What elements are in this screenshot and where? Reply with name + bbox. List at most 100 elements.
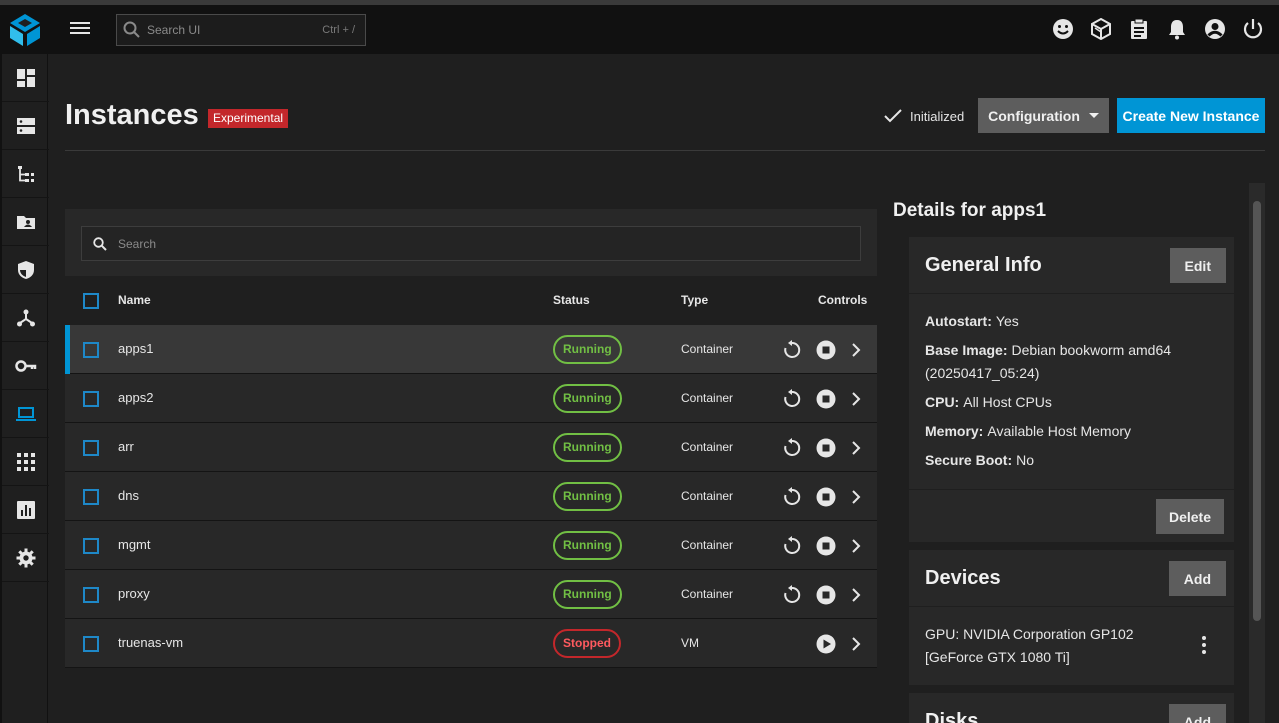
configuration-button[interactable]: Configuration [978, 98, 1109, 133]
table-row[interactable]: apps2 Running Container [65, 374, 877, 423]
sidebar-item-instances[interactable] [2, 390, 49, 438]
column-status[interactable]: Status [553, 293, 590, 307]
cpu-value: All Host CPUs [963, 394, 1052, 410]
sidebar-item-system[interactable] [2, 534, 49, 582]
sidebar-item-reporting[interactable] [2, 486, 49, 534]
general-info-footer: Delete [909, 489, 1234, 542]
row-checkbox[interactable] [83, 636, 99, 652]
add-device-button[interactable]: Add [1168, 561, 1226, 596]
row-checkbox[interactable] [83, 489, 99, 505]
chevron-right-icon[interactable] [845, 633, 867, 655]
truecommand-icon[interactable] [1089, 17, 1113, 41]
initialized-label: Initialized [910, 108, 965, 124]
stop-icon[interactable] [815, 486, 837, 508]
stop-icon[interactable] [815, 535, 837, 557]
add-disk-button[interactable]: Add [1168, 704, 1226, 723]
edit-button[interactable]: Edit [1169, 248, 1226, 283]
user-account-icon[interactable] [1203, 17, 1227, 41]
instance-name: arr [118, 439, 134, 454]
row-checkbox[interactable] [83, 342, 99, 358]
table-row[interactable]: proxy Running Container [65, 570, 877, 619]
devices-card: Devices Add GPU: NVIDIA Corporation GP10… [909, 550, 1234, 685]
storage-icon [16, 117, 35, 134]
sidebar-item-apps[interactable] [2, 438, 49, 486]
secure-boot-value: No [1016, 452, 1035, 468]
power-icon[interactable] [1241, 17, 1265, 41]
start-icon[interactable] [815, 633, 837, 655]
disks-card: Disks Add [909, 693, 1234, 723]
secure-boot-label: Secure Boot: [925, 452, 1013, 468]
column-type[interactable]: Type [681, 293, 708, 307]
table-row[interactable]: dns Running Container [65, 472, 877, 521]
datasets-tree-icon [17, 165, 34, 182]
base-image-row: Base Image: Debian bookworm amd64 (202504… [925, 339, 1218, 385]
select-all-checkbox[interactable] [83, 293, 99, 309]
device-item: GPU: NVIDIA Corporation GP102 [GeForce G… [909, 607, 1234, 685]
delete-button[interactable]: Delete [1155, 499, 1224, 534]
sidebar-item-storage[interactable] [2, 102, 49, 150]
stop-icon[interactable] [815, 339, 837, 361]
chevron-right-icon[interactable] [845, 584, 867, 606]
row-checkbox[interactable] [83, 440, 99, 456]
table-row[interactable]: arr Running Container [65, 423, 877, 472]
general-info-title: General Info [925, 254, 1042, 276]
dashboard-icon [16, 68, 35, 87]
instance-name: dns [118, 488, 139, 503]
create-new-instance-button[interactable]: Create New Instance [1117, 98, 1265, 133]
global-search-input[interactable]: Search UI Ctrl + / [116, 14, 366, 46]
stop-icon[interactable] [815, 584, 837, 606]
details-scrollbar[interactable] [1249, 183, 1265, 723]
status-badge: Stopped [553, 629, 621, 658]
page-title: Instances [65, 99, 199, 131]
column-name[interactable]: Name [118, 293, 151, 307]
disks-title: Disks [925, 710, 979, 723]
row-checkbox[interactable] [83, 587, 99, 603]
sidebar-item-dashboard[interactable] [2, 54, 49, 102]
scrollbar-thumb[interactable] [1253, 201, 1261, 621]
table-row[interactable]: apps1 Running Container [65, 325, 877, 374]
devices-header: Devices Add [909, 550, 1234, 607]
sidebar-item-credentials[interactable] [2, 342, 49, 390]
sidebar-item-shares[interactable] [2, 198, 49, 246]
global-search-placeholder: Search UI [147, 23, 201, 37]
chevron-right-icon[interactable] [845, 486, 867, 508]
stop-icon[interactable] [815, 388, 837, 410]
list-search-input[interactable]: Search [81, 226, 861, 261]
row-checkbox[interactable] [83, 391, 99, 407]
more-vert-icon[interactable] [1194, 633, 1214, 657]
stop-icon[interactable] [815, 437, 837, 459]
chevron-right-icon[interactable] [845, 437, 867, 459]
restart-icon[interactable] [781, 339, 803, 361]
restart-icon[interactable] [781, 584, 803, 606]
general-info-body: Autostart: Yes Base Image: Debian bookworm… [909, 294, 1234, 484]
jobs-clipboard-icon[interactable] [1127, 17, 1151, 41]
autostart-value: Yes [995, 313, 1019, 329]
restart-icon[interactable] [781, 486, 803, 508]
chevron-right-icon[interactable] [845, 339, 867, 361]
list-search-area: Search [65, 209, 877, 276]
chevron-right-icon[interactable] [845, 388, 867, 410]
sidebar-item-data-protection[interactable] [2, 246, 49, 294]
laptop-icon [15, 406, 36, 421]
row-checkbox[interactable] [83, 538, 99, 554]
menu-toggle-icon[interactable] [68, 19, 92, 41]
chevron-right-icon[interactable] [845, 535, 867, 557]
search-icon [82, 236, 118, 251]
search-icon [117, 15, 147, 45]
sidebar-item-datasets[interactable] [2, 150, 49, 198]
sidebar-nav [0, 54, 49, 723]
restart-icon[interactable] [781, 535, 803, 557]
feedback-smiley-icon[interactable] [1051, 17, 1075, 41]
secure-boot-row: Secure Boot: No [925, 449, 1218, 472]
status-badge: Running [553, 580, 622, 609]
restart-icon[interactable] [781, 437, 803, 459]
global-search-shortcut: Ctrl + / [322, 24, 355, 36]
table-row[interactable]: mgmt Running Container [65, 521, 877, 570]
sidebar-item-network[interactable] [2, 294, 49, 342]
top-icons [1051, 17, 1265, 41]
notifications-bell-icon[interactable] [1165, 17, 1189, 41]
truenas-logo-icon[interactable] [6, 11, 44, 49]
restart-icon[interactable] [781, 388, 803, 410]
list-search-placeholder: Search [118, 236, 157, 251]
table-row[interactable]: truenas-vm Stopped VM [65, 619, 877, 668]
